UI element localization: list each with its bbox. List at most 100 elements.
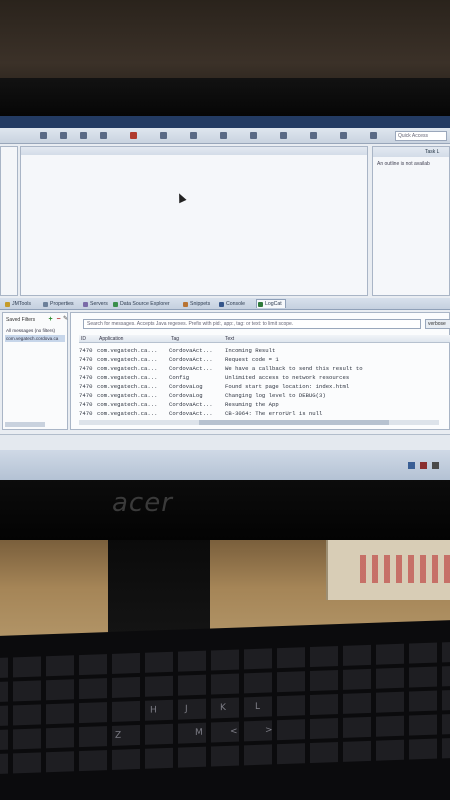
- key-label: H: [150, 705, 157, 716]
- background-wall: [0, 0, 450, 90]
- volume-icon[interactable]: [432, 462, 439, 469]
- log-text: Incoming Result: [225, 347, 276, 354]
- toolbar-icon[interactable]: [190, 132, 197, 139]
- toolbar-icon[interactable]: [250, 132, 257, 139]
- log-application: com.vegatech.ca...: [97, 356, 158, 363]
- tab-snippets[interactable]: Snippets: [182, 300, 213, 309]
- logcat-panel: Search for messages. Accepts Java regexe…: [70, 312, 450, 430]
- main-toolbar: Quick Access: [0, 128, 450, 144]
- plus-icon[interactable]: +: [47, 316, 54, 323]
- edit-icon[interactable]: ✎: [62, 316, 69, 323]
- log-row[interactable]: 7470 com.vegatech.ca... CordovaAct... CB…: [79, 409, 450, 418]
- key-label: >: [265, 725, 273, 736]
- column-header-text[interactable]: Text: [225, 335, 234, 343]
- outline-panel: Task L An outline is not availab: [372, 146, 450, 296]
- log-row[interactable]: 7470 com.vegatech.ca... Config Unlimited…: [79, 373, 450, 382]
- package-explorer-panel[interactable]: [0, 146, 18, 296]
- bottom-view-tabs: JMTools Properties Servers Data Source E…: [0, 298, 450, 310]
- log-application: com.vegatech.ca...: [97, 365, 158, 372]
- logcat-table-header: ID Application Tag Text: [79, 335, 450, 343]
- keyboard: Z H J K L M < >: [0, 619, 450, 800]
- filter-item[interactable]: All messages (no filters): [5, 327, 65, 334]
- column-header-tag[interactable]: Tag: [171, 335, 179, 343]
- quick-access-input[interactable]: Quick Access: [395, 131, 447, 141]
- log-tag: CordovaAct...: [169, 410, 213, 417]
- toolbar-icon[interactable]: [220, 132, 227, 139]
- log-row[interactable]: 7470 com.vegatech.ca... CordovaAct... Re…: [79, 355, 450, 364]
- filter-item-selected[interactable]: com.vegatech.cordova.ca: [5, 335, 65, 342]
- saved-filters-panel: Saved Filters + − ✎ All messages (no fil…: [2, 312, 68, 430]
- tab-label: Properties: [50, 301, 74, 307]
- editor-tab-bar: [21, 147, 367, 155]
- log-row[interactable]: 7470 com.vegatech.ca... CordovaAct... In…: [79, 346, 450, 355]
- log-application: com.vegatech.ca...: [97, 392, 158, 399]
- snippets-icon: [183, 302, 188, 307]
- key-label: <: [230, 726, 238, 737]
- toolbar-icon[interactable]: [280, 132, 287, 139]
- monitor-bezel-bottom: [0, 478, 450, 540]
- toolbar-icon[interactable]: [310, 132, 317, 139]
- toolbar-icon[interactable]: [160, 132, 167, 139]
- tab-properties[interactable]: Properties: [42, 300, 77, 309]
- column-header-id[interactable]: ID: [81, 335, 86, 343]
- saved-filters-title: Saved Filters: [6, 317, 36, 323]
- tab-servers[interactable]: Servers: [82, 300, 111, 309]
- tab-label: LogCat: [265, 301, 282, 307]
- key-label: J: [185, 704, 188, 715]
- status-bar: [0, 434, 450, 450]
- log-tag: CordovaAct...: [169, 401, 213, 408]
- tray-icon[interactable]: [408, 462, 415, 469]
- scrollbar-thumb[interactable]: [199, 420, 389, 425]
- toolbar-icon[interactable]: [60, 132, 67, 139]
- toolbar-icon[interactable]: [80, 132, 87, 139]
- tab-console[interactable]: Console: [218, 300, 248, 309]
- logcat-horizontal-scrollbar[interactable]: [79, 420, 439, 425]
- editor-area[interactable]: [20, 146, 368, 296]
- tab-jmtools[interactable]: JMTools: [4, 300, 34, 309]
- tab-task-list[interactable]: Task L: [425, 149, 439, 155]
- toolbar-icon[interactable]: [340, 132, 347, 139]
- toolbar-icon[interactable]: [100, 132, 107, 139]
- log-pid: 7470: [79, 401, 93, 408]
- tab-data-source-explorer[interactable]: Data Source Explorer: [112, 300, 173, 309]
- minus-icon[interactable]: −: [55, 316, 62, 323]
- toolbar-icon[interactable]: [40, 132, 47, 139]
- log-row[interactable]: 7470 com.vegatech.ca... CordovaAct... We…: [79, 364, 450, 373]
- tab-logcat[interactable]: LogCat: [256, 299, 286, 308]
- log-text: Changing log level to DEBUG(3): [225, 392, 326, 399]
- toolbar-icon[interactable]: [130, 132, 137, 139]
- log-level-select[interactable]: verbose: [425, 319, 450, 329]
- tab-label: Data Source Explorer: [120, 301, 170, 307]
- log-application: com.vegatech.ca...: [97, 374, 158, 381]
- console-icon: [219, 302, 224, 307]
- tab-label: Console: [226, 301, 246, 307]
- toolbar-icon[interactable]: [370, 132, 377, 139]
- monitor-screen: Quick Access Task L An outline is not av…: [0, 116, 450, 480]
- log-tag: CordovaLog: [169, 392, 203, 399]
- tray-icon[interactable]: [420, 462, 427, 469]
- log-pid: 7470: [79, 392, 93, 399]
- servers-icon: [83, 302, 88, 307]
- key-label: M: [195, 727, 203, 739]
- log-tag: CordovaAct...: [169, 356, 213, 363]
- log-text: Request code = 1: [225, 356, 279, 363]
- logcat-icon: [258, 302, 263, 307]
- key-label: Z: [115, 730, 122, 741]
- log-pid: 7470: [79, 356, 93, 363]
- log-tag: CordovaLog: [169, 383, 203, 390]
- filters-scrollbar[interactable]: [5, 422, 45, 427]
- log-text: CB-3064: The errorUrl is null: [225, 410, 323, 417]
- log-text: Unlimited access to network resources: [225, 374, 350, 381]
- log-application: com.vegatech.ca...: [97, 383, 158, 390]
- log-pid: 7470: [79, 374, 93, 381]
- log-pid: 7470: [79, 383, 93, 390]
- log-row[interactable]: 7470 com.vegatech.ca... CordovaLog Found…: [79, 382, 450, 391]
- column-header-application[interactable]: Application: [99, 335, 123, 343]
- window-titlebar: [0, 116, 450, 128]
- log-tag: Config: [169, 374, 190, 381]
- log-row[interactable]: 7470 com.vegatech.ca... CordovaLog Chang…: [79, 391, 450, 400]
- log-tag: CordovaAct...: [169, 365, 213, 372]
- log-row[interactable]: 7470 com.vegatech.ca... CordovaAct... Re…: [79, 400, 450, 409]
- outline-message: An outline is not availab: [377, 161, 430, 167]
- logcat-search-input[interactable]: Search for messages. Accepts Java regexe…: [83, 319, 421, 329]
